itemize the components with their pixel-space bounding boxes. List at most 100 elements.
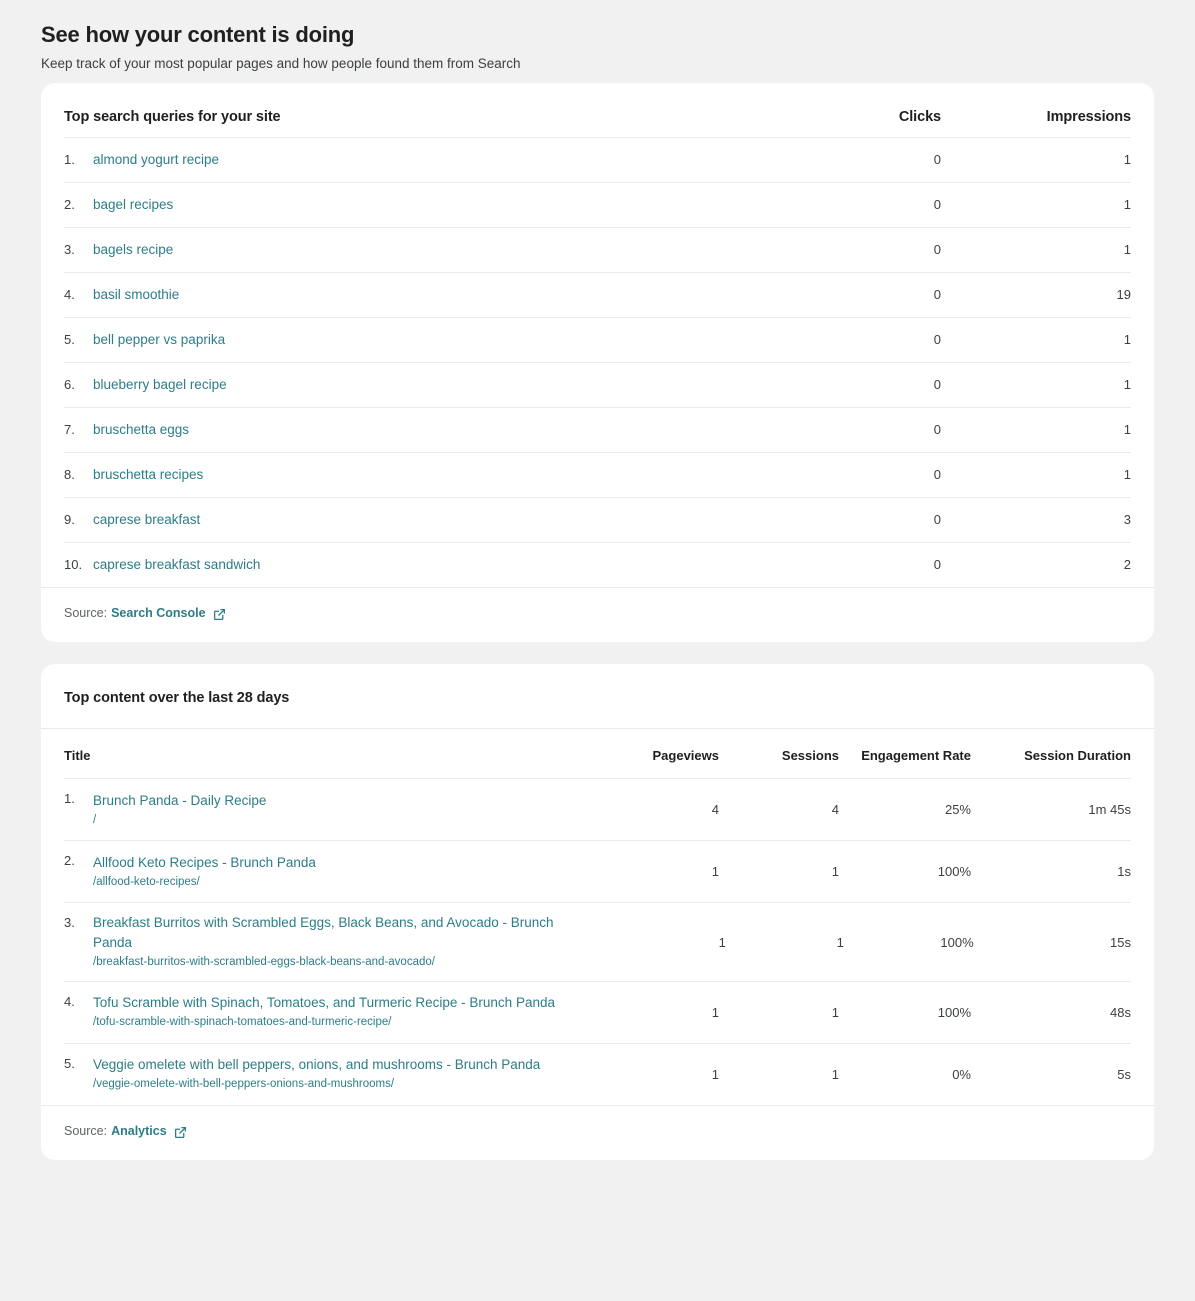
content-row-list: 1. Brunch Panda - Daily Recipe/4 4 25% 1m 45… — [64, 778, 1131, 1104]
cell-clicks: 0 — [933, 377, 941, 393]
search-query-link[interactable]: blueberry bagel recipe — [93, 377, 791, 392]
analytics-link[interactable]: Analytics — [111, 1124, 167, 1138]
search-query-link[interactable]: caprese breakfast sandwich — [93, 557, 791, 572]
search-query-link[interactable]: bagels recipe — [93, 242, 791, 257]
cell-session-duration: 15s — [1110, 934, 1131, 950]
table-row: 3. Breakfast Burritos with Scrambled Eggs… — [64, 902, 1131, 980]
table-row: 2. Allfood Keto Recipes - Brunch Panda/al… — [64, 840, 1131, 902]
content-main-cell: Allfood Keto Recipes - Brunch Panda/allf… — [93, 853, 599, 891]
queries-source-footer: Source: Search Console — [41, 588, 1154, 642]
content-title-link[interactable]: Tofu Scramble with Spinach, Tomatoes, an… — [93, 993, 579, 1013]
queries-row-list: 1. almond yogurt recipe 0 1 2. bagel recipes 0… — [64, 136, 1131, 587]
page-subtitle: Keep track of your most popular pages an… — [41, 56, 521, 72]
page-root: See how your content is doing Keep track… — [0, 0, 1195, 1160]
cell-pageviews: 1 — [711, 1066, 719, 1082]
row-rank: 10. — [64, 557, 83, 573]
row-rank: 2. — [64, 197, 75, 213]
content-url-link[interactable]: /breakfast-burritos-with-scrambled-eggs-… — [93, 954, 588, 971]
column-header-title: Title — [64, 747, 91, 763]
content-title-link[interactable]: Brunch Panda - Daily Recipe — [93, 791, 579, 811]
cell-clicks: 0 — [933, 242, 941, 258]
top-search-queries-card: Top search queries for your site Clicks … — [41, 82, 1154, 642]
search-console-link[interactable]: Search Console — [111, 606, 205, 620]
row-rank: 4. — [64, 993, 75, 1009]
top-content-card: Top content over the last 28 days Title … — [41, 663, 1154, 1160]
row-rank: 5. — [64, 332, 75, 348]
cell-pageviews: 1 — [711, 1004, 719, 1020]
table-row: 3. bagels recipe 0 1 — [64, 226, 1131, 272]
table-row: 2. bagel recipes 0 1 — [64, 181, 1131, 227]
cell-impressions: 1 — [1123, 242, 1131, 258]
search-query-link[interactable]: bruschetta eggs — [93, 422, 791, 437]
row-rank: 2. — [64, 853, 75, 869]
cell-impressions: 1 — [1123, 422, 1131, 438]
cell-clicks: 0 — [933, 557, 941, 573]
row-rank: 1. — [64, 791, 75, 807]
table-row: 5. Veggie omelete with bell peppers, onio… — [64, 1042, 1131, 1105]
content-main-cell: Veggie omelete with bell peppers, onions… — [93, 1055, 599, 1093]
source-label: Source: — [64, 605, 108, 620]
table-row: 6. blueberry bagel recipe 0 1 — [64, 361, 1131, 407]
row-rank: 5. — [64, 1055, 75, 1071]
content-title-link[interactable]: Breakfast Burritos with Scrambled Eggs, … — [93, 913, 588, 952]
content-main-cell: Tofu Scramble with Spinach, Tomatoes, an… — [93, 993, 599, 1031]
cell-session-duration: 5s — [1117, 1066, 1131, 1082]
external-link-icon[interactable] — [213, 608, 226, 621]
search-query-link[interactable]: bell pepper vs paprika — [93, 332, 791, 347]
content-url-link[interactable]: /veggie-omelete-with-bell-peppers-onions… — [93, 1076, 579, 1093]
cell-sessions: 1 — [831, 1004, 839, 1020]
row-rank: 1. — [64, 152, 75, 168]
table-row: 9. caprese breakfast 0 3 — [64, 496, 1131, 542]
search-query-link[interactable]: basil smoothie — [93, 287, 791, 302]
queries-table: Top search queries for your site Clicks … — [41, 83, 1154, 587]
content-main-cell: Breakfast Burritos with Scrambled Eggs, … — [93, 913, 608, 970]
table-row: 10. caprese breakfast sandwich 0 2 — [64, 541, 1131, 587]
column-header-sessions: Sessions — [781, 747, 839, 763]
content-url-link[interactable]: /allfood-keto-recipes/ — [93, 874, 579, 891]
external-link-icon[interactable] — [174, 1126, 187, 1139]
cell-engagement-rate: 100% — [940, 934, 974, 950]
cell-clicks: 0 — [933, 287, 941, 303]
content-url-link[interactable]: / — [93, 812, 579, 829]
row-rank: 6. — [64, 377, 75, 393]
content-source-footer: Source: Analytics — [41, 1106, 1154, 1160]
search-query-link[interactable]: bruschetta recipes — [93, 467, 791, 482]
content-title-link[interactable]: Veggie omelete with bell peppers, onions… — [93, 1055, 579, 1075]
content-card-title: Top content over the last 28 days — [64, 689, 290, 706]
table-row: 1. almond yogurt recipe 0 1 — [64, 136, 1131, 182]
cell-session-duration: 1m 45s — [1088, 802, 1131, 818]
column-header-engagement-rate: Engagement Rate — [861, 747, 971, 763]
content-title-link[interactable]: Allfood Keto Recipes - Brunch Panda — [93, 853, 579, 873]
table-row: 1. Brunch Panda - Daily Recipe/4 4 25% 1m 45… — [64, 778, 1131, 840]
cell-impressions: 1 — [1123, 197, 1131, 213]
column-header-clicks: Clicks — [898, 108, 941, 125]
table-row: 5. bell pepper vs paprika 0 1 — [64, 316, 1131, 362]
search-query-link[interactable]: bagel recipes — [93, 197, 791, 212]
content-url-link[interactable]: /tofu-scramble-with-spinach-tomatoes-and… — [93, 1014, 579, 1031]
cell-impressions: 1 — [1123, 467, 1131, 483]
cell-sessions: 4 — [831, 802, 839, 818]
column-header-session-duration: Session Duration — [1024, 747, 1131, 763]
cell-session-duration: 1s — [1117, 864, 1131, 880]
cell-pageviews: 1 — [711, 864, 719, 880]
table-row: 7. bruschetta eggs 0 1 — [64, 406, 1131, 452]
cell-pageviews: 1 — [718, 934, 726, 950]
cell-sessions: 1 — [831, 1066, 839, 1082]
column-header-impressions: Impressions — [1046, 108, 1131, 125]
content-card-heading-wrap: Top content over the last 28 days — [41, 664, 1154, 728]
cell-clicks: 0 — [933, 197, 941, 213]
queries-card-title: Top search queries for your site — [64, 108, 281, 125]
page-title: See how your content is doing — [41, 22, 355, 47]
cell-impressions: 2 — [1123, 557, 1131, 573]
cell-pageviews: 4 — [711, 802, 719, 818]
row-rank: 3. — [64, 242, 75, 258]
cell-clicks: 0 — [933, 512, 941, 528]
column-header-pageviews: Pageviews — [652, 747, 720, 763]
table-row: 4. Tofu Scramble with Spinach, Tomatoes, … — [64, 980, 1131, 1043]
page-header: See how your content is doing Keep track… — [41, 0, 1154, 83]
search-query-link[interactable]: caprese breakfast — [93, 512, 791, 527]
table-row: 4. basil smoothie 0 19 — [64, 271, 1131, 317]
search-query-link[interactable]: almond yogurt recipe — [93, 152, 791, 167]
cell-clicks: 0 — [933, 152, 941, 168]
cell-engagement-rate: 100% — [937, 1004, 971, 1020]
